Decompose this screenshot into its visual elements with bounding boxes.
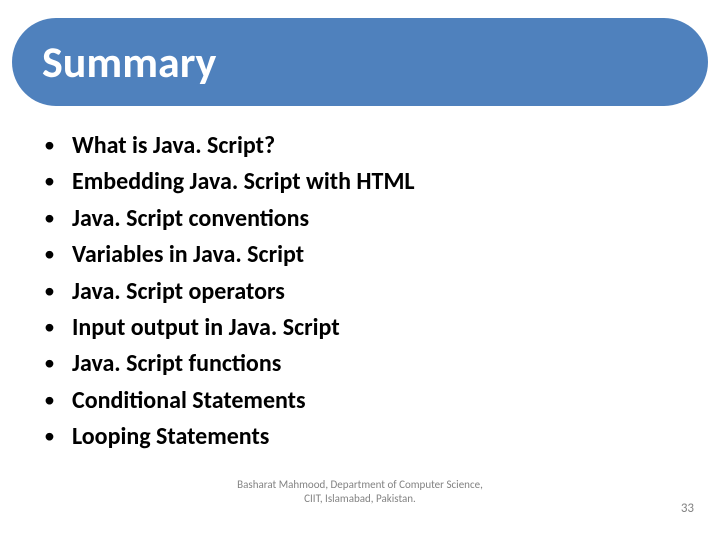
bullet-icon: • [42,130,72,160]
bullet-icon: • [42,203,72,233]
footer: Basharat Mahmood, Department of Computer… [0,478,720,526]
list-item: • Conditional Statements [42,385,678,417]
bullet-icon: • [42,348,72,378]
bullet-text: Java. Script operators [72,276,285,308]
bullet-icon: • [42,385,72,415]
slide-title: Summary [42,35,216,89]
bullet-text: Java. Script functions [72,348,281,380]
list-item: • Java. Script functions [42,348,678,380]
bullet-icon: • [42,276,72,306]
content-area: • What is Java. Script? • Embedding Java… [42,130,678,458]
page-number: 33 [681,501,694,516]
list-item: • Variables in Java. Script [42,239,678,271]
footer-attribution: Basharat Mahmood, Department of Computer… [230,478,490,506]
bullet-icon: • [42,166,72,196]
bullet-text: Looping Statements [72,421,269,453]
bullet-icon: • [42,239,72,269]
bullet-text: Embedding Java. Script with HTML [72,166,415,198]
bullet-text: Input output in Java. Script [72,312,340,344]
list-item: • Java. Script conventions [42,203,678,235]
list-item: • Java. Script operators [42,276,678,308]
list-item: • What is Java. Script? [42,130,678,162]
bullet-text: What is Java. Script? [72,130,275,162]
bullet-text: Variables in Java. Script [72,239,304,271]
bullet-list: • What is Java. Script? • Embedding Java… [42,130,678,454]
bullet-icon: • [42,312,72,342]
title-bar: Summary [12,18,708,106]
list-item: • Looping Statements [42,421,678,453]
bullet-icon: • [42,421,72,451]
list-item: • Input output in Java. Script [42,312,678,344]
list-item: • Embedding Java. Script with HTML [42,166,678,198]
bullet-text: Java. Script conventions [72,203,309,235]
bullet-text: Conditional Statements [72,385,306,417]
